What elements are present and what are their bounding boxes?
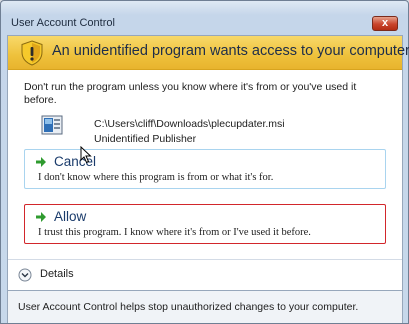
cancel-option-description: I don't know where this program is from … (38, 172, 274, 183)
allow-option-title: Allow (54, 209, 87, 224)
close-button[interactable]: x (372, 16, 398, 31)
window-title: User Account Control (11, 17, 115, 29)
allow-option-button[interactable]: Allow I trust this program. I know where… (24, 204, 386, 244)
cancel-option-button[interactable]: Cancel I don't know where this program i… (24, 149, 386, 189)
installer-file-icon (41, 115, 63, 135)
allow-option-description: I trust this program. I know where it's … (38, 227, 311, 238)
dialog-content: An unidentified program wants access to … (7, 35, 409, 291)
green-arrow-icon (36, 157, 46, 167)
green-arrow-icon (36, 212, 46, 222)
footer-text: User Account Control helps stop unauthor… (18, 301, 359, 313)
program-publisher: Unidentified Publisher (94, 133, 197, 145)
chevron-down-icon (18, 268, 32, 282)
uac-dialog: User Account Control x An unidentified p… (0, 0, 409, 324)
warning-text: Don't run the program unless you know wh… (24, 81, 357, 106)
details-label: Details (40, 268, 74, 280)
warning-banner: An unidentified program wants access to … (8, 36, 409, 70)
shield-warning-icon (21, 40, 43, 66)
banner-text: An unidentified program wants access to … (52, 43, 409, 59)
program-path: C:\Users\cliff\Downloads\plecupdater.msi (94, 118, 285, 130)
mouse-cursor-icon (80, 146, 92, 164)
details-toggle[interactable]: Details (18, 267, 88, 285)
divider (8, 259, 402, 260)
footer: User Account Control helps stop unauthor… (7, 291, 403, 323)
title-bar: User Account Control x (1, 1, 408, 35)
